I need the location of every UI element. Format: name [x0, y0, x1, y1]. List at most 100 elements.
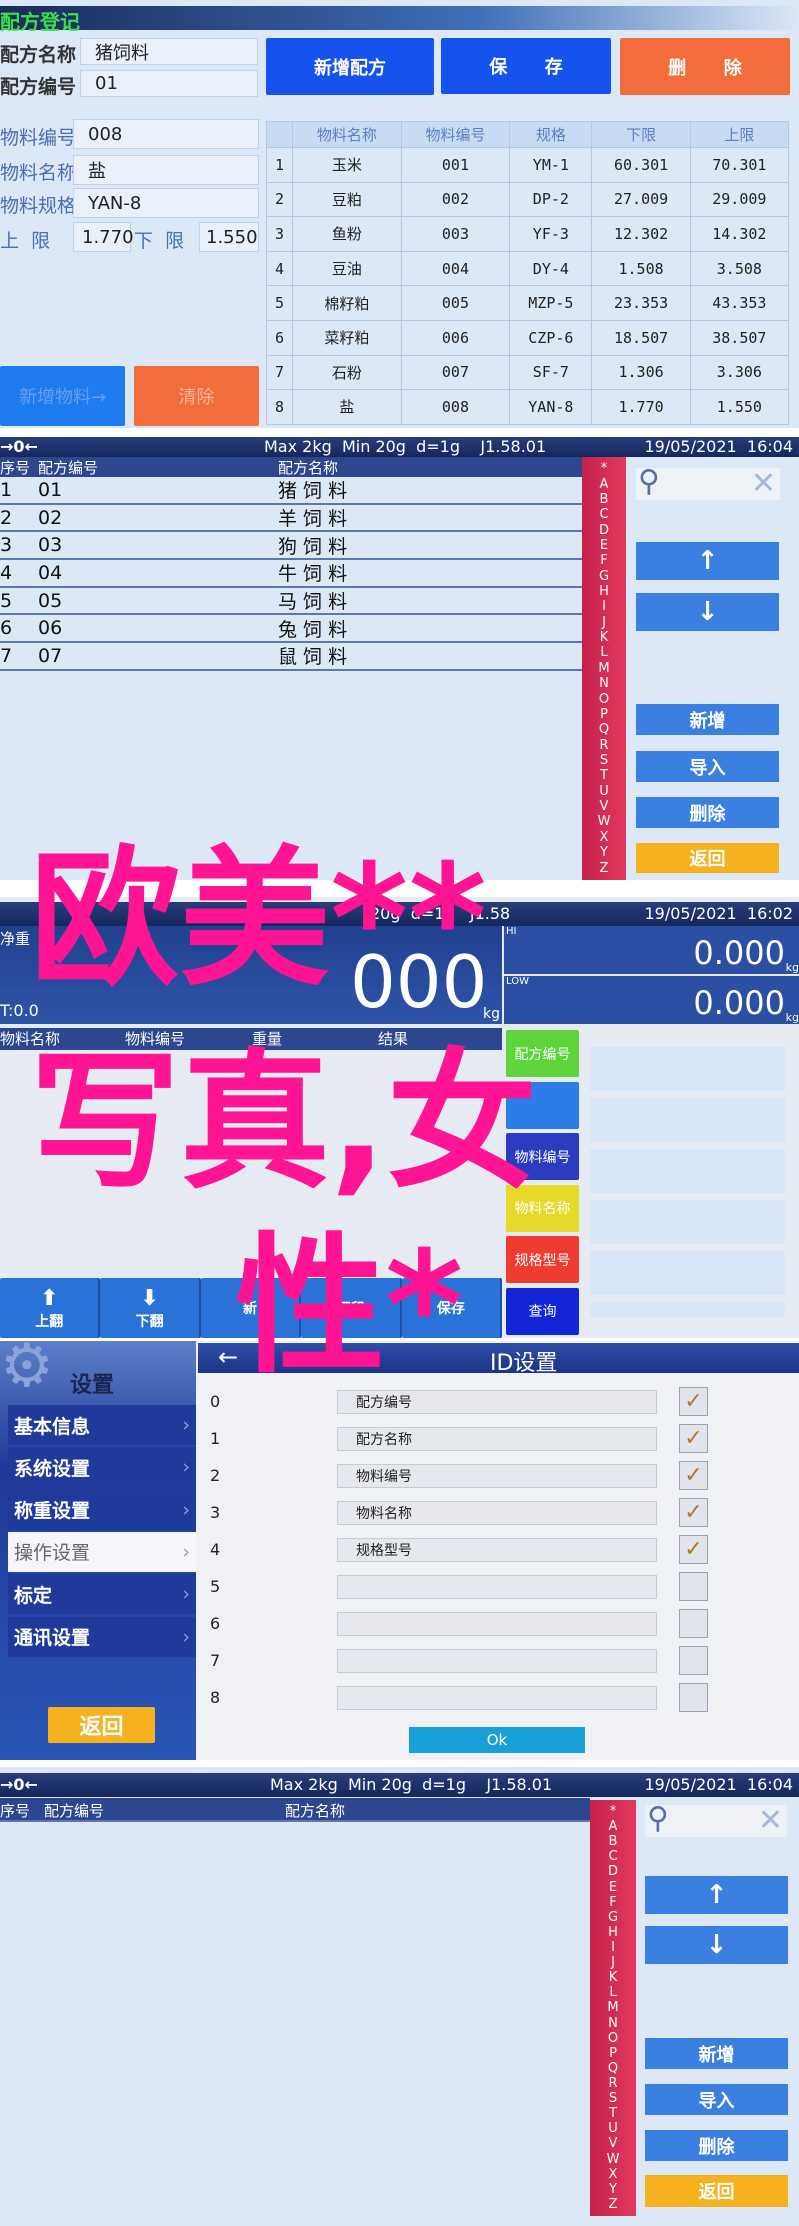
alphabet-index[interactable]: * A B C D E F G H I J K L M N O P Q R S T U V W X Y Z — [582, 457, 626, 880]
id-field[interactable] — [337, 1575, 657, 1599]
alphabet-letter[interactable]: A — [600, 477, 609, 492]
id-checkbox-checked[interactable]: ✓ — [679, 1387, 708, 1416]
alphabet-letter[interactable]: G — [599, 569, 609, 584]
alphabet-letter[interactable]: F — [609, 1895, 616, 1910]
material-spec-field[interactable]: YAN-8 — [73, 188, 259, 218]
save-button[interactable]: 保 存 — [441, 38, 611, 94]
alphabet-letter[interactable]: G — [608, 1910, 618, 1925]
alphabet-letter[interactable]: J — [602, 615, 606, 630]
alphabet-letter[interactable]: K — [600, 630, 609, 645]
clear-icon[interactable]: ✕ — [751, 466, 776, 501]
id-field[interactable]: 物料编号 — [337, 1464, 657, 1488]
clear-icon[interactable]: ✕ — [758, 1803, 783, 1838]
alphabet-letter[interactable]: D — [608, 1864, 618, 1879]
list-item[interactable]: 5 05 马 饲 料 — [0, 588, 582, 616]
alphabet-letter[interactable]: C — [608, 1849, 617, 1864]
import-button[interactable]: 导入 — [636, 751, 779, 782]
alphabet-letter[interactable]: F — [600, 553, 607, 568]
alphabet-letter[interactable]: N — [599, 676, 609, 691]
alphabet-letter[interactable]: E — [609, 1880, 617, 1895]
alphabet-letter[interactable]: L — [600, 645, 607, 660]
alphabet-letter[interactable]: J — [611, 1955, 615, 1970]
scroll-up-button[interactable]: ↑ — [636, 542, 779, 580]
table-row[interactable]: 1 玉米 001 YM-1 60.301 70.301 — [266, 147, 790, 183]
list-item[interactable]: 1 01 猪 饲 料 — [0, 477, 582, 505]
alphabet-letter[interactable]: R — [608, 2076, 617, 2091]
alphabet-letter[interactable]: M — [607, 2000, 618, 2015]
alphabet-letter[interactable]: O — [608, 2031, 618, 2046]
alphabet-index[interactable]: * A B C D E F G H I J K L M N O P Q R S T U V W X Y Z — [590, 1800, 636, 2216]
alphabet-letter[interactable]: B — [609, 1834, 618, 1849]
alphabet-letter[interactable]: L — [609, 1985, 616, 2000]
table-row[interactable]: 6 菜籽粕 006 CZP-6 18.507 38.507 — [266, 319, 790, 356]
alphabet-letter[interactable]: Z — [600, 861, 609, 876]
alphabet-letter[interactable]: D — [599, 523, 609, 538]
list-item[interactable]: 2 02 羊 饲 料 — [0, 505, 582, 533]
alphabet-letter[interactable]: R — [599, 738, 608, 753]
alphabet-letter[interactable]: U — [599, 784, 609, 799]
id-field[interactable] — [337, 1649, 657, 1673]
alphabet-letter[interactable]: P — [609, 2046, 617, 2061]
id-field[interactable] — [337, 1686, 657, 1710]
back-button[interactable]: 返回 — [636, 843, 779, 873]
list-item[interactable]: 4 04 牛 饲 料 — [0, 560, 582, 588]
alphabet-letter[interactable]: Q — [608, 2061, 618, 2076]
id-checkbox[interactable] — [679, 1646, 708, 1675]
alphabet-letter[interactable]: * — [601, 461, 608, 476]
alphabet-letter[interactable]: Q — [599, 722, 609, 737]
table-row[interactable]: 4 豆油 004 DY-4 1.508 3.508 — [266, 250, 790, 287]
clear-button[interactable]: 清除 — [134, 366, 259, 426]
toolbar-button[interactable]: ⬇ 下翻 — [100, 1278, 201, 1338]
new-recipe-button[interactable]: 新增配方 — [266, 38, 434, 95]
alphabet-letter[interactable]: B — [600, 492, 609, 507]
back-button[interactable]: 返回 — [645, 2175, 788, 2207]
id-field[interactable]: 配方名称 — [337, 1427, 657, 1451]
alphabet-letter[interactable]: E — [600, 538, 608, 553]
alphabet-letter[interactable]: Y — [609, 2182, 617, 2197]
material-name-field[interactable]: 盐 — [73, 155, 259, 185]
alphabet-letter[interactable]: T — [609, 2106, 617, 2121]
upper-limit-field[interactable]: 1.770 — [73, 222, 134, 252]
table-row[interactable]: 2 豆粕 002 DP-2 27.009 29.009 — [266, 181, 790, 218]
delete-button[interactable]: 删除 — [636, 797, 779, 828]
id-field[interactable]: 规格型号 — [337, 1538, 657, 1562]
delete-button[interactable]: 删除 — [645, 2130, 788, 2161]
settings-menu-item[interactable]: 标定 › — [8, 1574, 196, 1615]
alphabet-letter[interactable]: C — [599, 507, 608, 522]
settings-menu-item[interactable]: 基本信息 › — [8, 1405, 196, 1445]
list-item[interactable]: 6 06 兔 饲 料 — [0, 615, 582, 644]
add-button[interactable]: 新增 — [636, 704, 779, 735]
scroll-down-button[interactable]: ↓ — [636, 593, 779, 631]
alphabet-letter[interactable]: H — [599, 584, 609, 599]
settings-menu-item[interactable]: 称重设置 › — [8, 1489, 196, 1530]
alphabet-letter[interactable]: T — [600, 768, 608, 783]
id-checkbox-checked[interactable]: ✓ — [679, 1535, 708, 1564]
id-field[interactable] — [337, 1612, 657, 1636]
list-item[interactable]: 7 07 鼠 饲 料 — [0, 643, 582, 671]
alphabet-letter[interactable]: Z — [609, 2197, 618, 2212]
ok-button[interactable]: Ok — [409, 1727, 585, 1753]
import-button[interactable]: 导入 — [645, 2084, 788, 2115]
alphabet-letter[interactable]: S — [600, 753, 608, 768]
alphabet-letter[interactable]: P — [600, 707, 608, 722]
table-row[interactable]: 8 盐 008 YAN-8 1.770 1.550 — [266, 389, 790, 425]
id-checkbox-checked[interactable]: ✓ — [679, 1498, 708, 1527]
alphabet-letter[interactable]: I — [602, 599, 606, 614]
alphabet-letter[interactable]: W — [598, 814, 611, 829]
alphabet-letter[interactable]: A — [609, 1819, 618, 1834]
search-box[interactable]: ⚲ ✕ — [645, 1801, 787, 1838]
alphabet-letter[interactable]: H — [608, 1925, 618, 1940]
alphabet-letter[interactable]: K — [609, 1970, 618, 1985]
scroll-up-button[interactable]: ↑ — [645, 1876, 788, 1914]
list-item[interactable]: 3 03 狗 饲 料 — [0, 532, 582, 561]
search-icon[interactable]: ⚲ — [647, 1801, 669, 1836]
id-checkbox[interactable] — [679, 1683, 708, 1712]
scroll-down-button[interactable]: ↓ — [645, 1926, 788, 1964]
alphabet-letter[interactable]: X — [600, 830, 609, 845]
back-button[interactable]: 返回 — [48, 1707, 155, 1743]
alphabet-letter[interactable]: S — [609, 2091, 617, 2106]
id-checkbox[interactable] — [679, 1572, 708, 1601]
settings-menu-item[interactable]: 系统设置 › — [8, 1447, 196, 1488]
delete-button[interactable]: 删 除 — [620, 38, 790, 95]
add-button[interactable]: 新增 — [645, 2038, 788, 2069]
